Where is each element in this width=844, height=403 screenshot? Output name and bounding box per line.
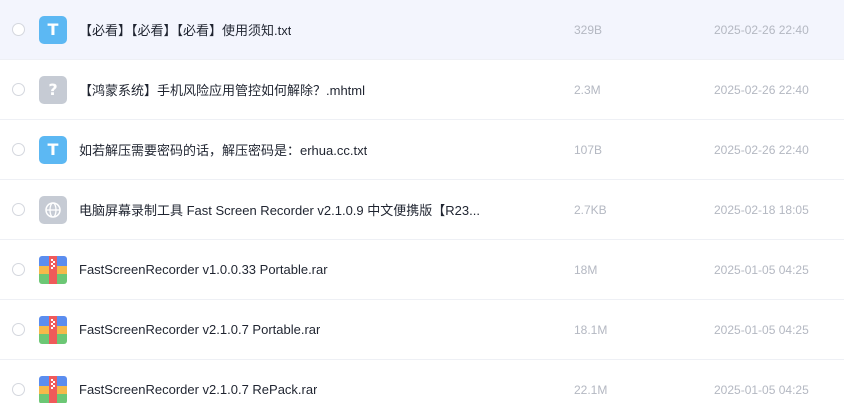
- file-date: 2025-01-05 04:25: [714, 262, 809, 277]
- web-link-icon: [39, 195, 67, 224]
- row-checkbox[interactable]: [12, 143, 25, 156]
- row-checkbox[interactable]: [12, 323, 25, 336]
- file-name[interactable]: 电脑屏幕录制工具 Fast Screen Recorder v2.1.0.9 中…: [79, 200, 480, 219]
- file-row[interactable]: FastScreenRecorder v1.0.0.33 Portable.ra…: [0, 240, 844, 300]
- file-size: 107B: [574, 142, 603, 157]
- file-date: 2025-02-26 22:40: [714, 22, 809, 37]
- file-date: 2025-02-18 18:05: [714, 202, 809, 217]
- file-size: 18M: [574, 262, 598, 277]
- file-row[interactable]: ? 【鸿蒙系统】手机风险应用管控如何解除？.mhtml 2.3M 2025-02…: [0, 60, 844, 120]
- file-row[interactable]: 电脑屏幕录制工具 Fast Screen Recorder v2.1.0.9 中…: [0, 180, 844, 240]
- file-name[interactable]: 【鸿蒙系统】手机风险应用管控如何解除？.mhtml: [79, 80, 365, 99]
- row-checkbox[interactable]: [12, 23, 25, 36]
- archive-icon: [39, 255, 67, 284]
- file-size: 2.7KB: [574, 202, 607, 217]
- file-row[interactable]: FastScreenRecorder v2.1.0.7 RePack.rar 2…: [0, 360, 844, 403]
- txt-file-icon: T: [39, 15, 67, 44]
- file-row[interactable]: T 如若解压需要密码的话，解压密码是：erhua.cc.txt 107B 202…: [0, 120, 844, 180]
- file-row[interactable]: FastScreenRecorder v2.1.0.7 Portable.rar…: [0, 300, 844, 360]
- row-checkbox[interactable]: [12, 203, 25, 216]
- archive-icon: [39, 315, 67, 344]
- file-date: 2025-01-05 04:25: [714, 322, 809, 337]
- file-name[interactable]: 如若解压需要密码的话，解压密码是：erhua.cc.txt: [79, 140, 367, 159]
- row-checkbox[interactable]: [12, 83, 25, 96]
- file-date: 2025-02-26 22:40: [714, 142, 809, 157]
- file-name[interactable]: FastScreenRecorder v2.1.0.7 Portable.rar: [79, 322, 320, 337]
- file-size: 18.1M: [574, 322, 608, 337]
- file-row[interactable]: T 【必看】【必看】【必看】使用须知.txt 329B 2025-02-26 2…: [0, 0, 844, 60]
- file-size: 329B: [574, 22, 603, 37]
- row-checkbox[interactable]: [12, 383, 25, 396]
- file-date: 2025-02-26 22:40: [714, 82, 809, 97]
- file-name[interactable]: FastScreenRecorder v1.0.0.33 Portable.ra…: [79, 262, 328, 277]
- file-list: T 【必看】【必看】【必看】使用须知.txt 329B 2025-02-26 2…: [0, 0, 844, 403]
- txt-file-icon: T: [39, 135, 67, 164]
- file-date: 2025-01-05 04:25: [714, 382, 809, 397]
- archive-icon: [39, 375, 67, 403]
- file-size: 22.1M: [574, 382, 608, 397]
- row-checkbox[interactable]: [12, 263, 25, 276]
- file-name[interactable]: 【必看】【必看】【必看】使用须知.txt: [79, 20, 291, 39]
- file-name[interactable]: FastScreenRecorder v2.1.0.7 RePack.rar: [79, 382, 317, 397]
- file-size: 2.3M: [574, 82, 601, 97]
- unknown-file-icon: ?: [39, 75, 67, 104]
